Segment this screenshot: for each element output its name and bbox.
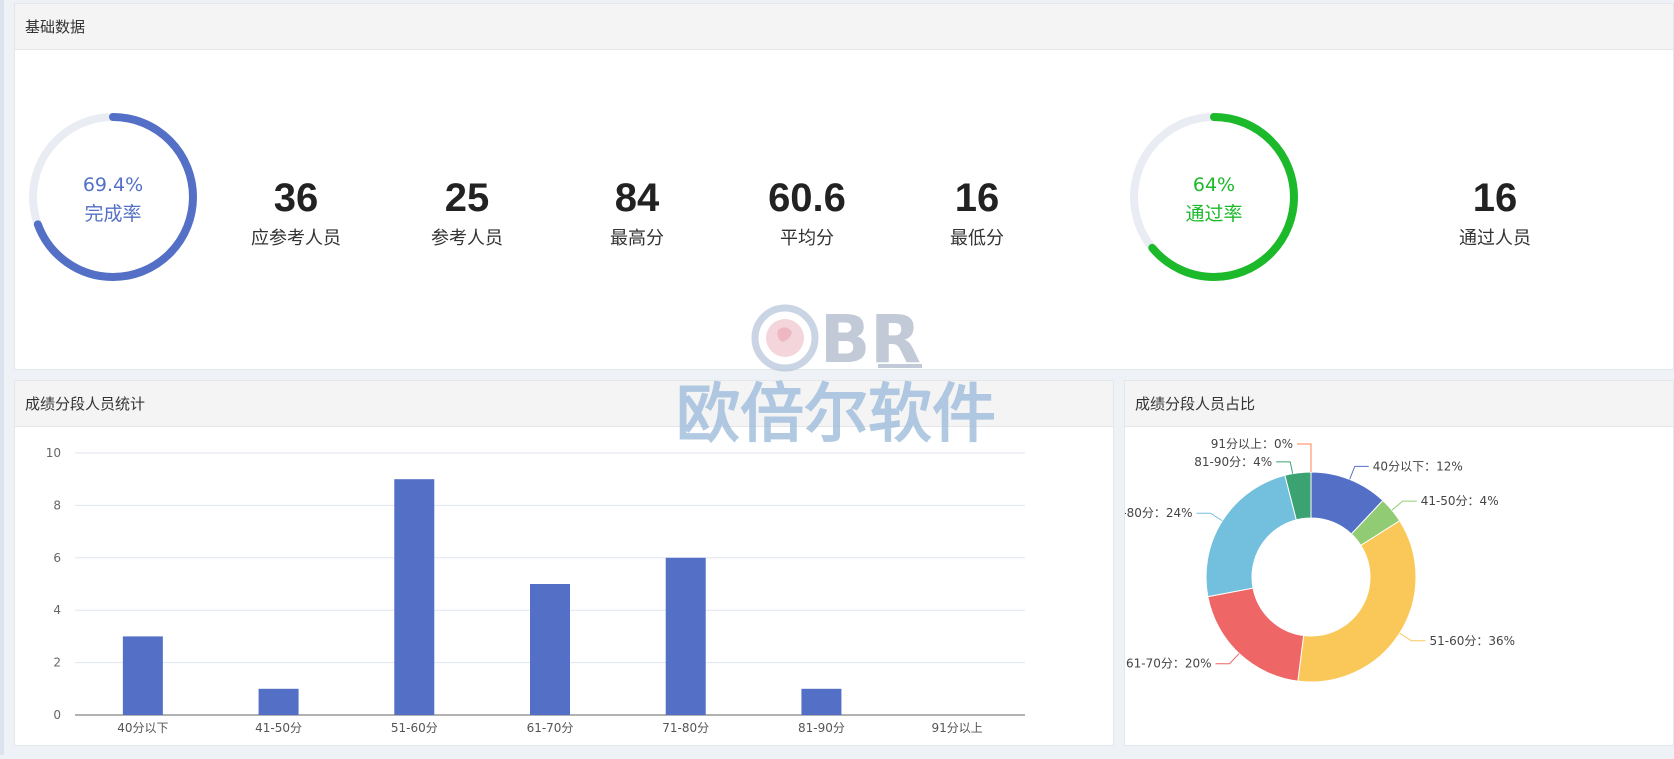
stat-lowest: 16 最低分 bbox=[887, 174, 1067, 250]
stat-expected: 36 应参考人员 bbox=[206, 174, 386, 250]
x-tick-label: 41-50分 bbox=[255, 721, 302, 735]
x-tick-label: 51-60分 bbox=[391, 721, 438, 735]
donut-chart: 40分以下：12% 41-50分：4% 51-60分：36% 61-70分：20% 71… bbox=[1107, 437, 1515, 683]
pass-rate-value: 64% bbox=[1192, 174, 1236, 196]
stat-value: 36 bbox=[273, 176, 319, 220]
stat-average: 60.6 平均分 bbox=[717, 174, 897, 250]
x-tick-label: 71-80分 bbox=[662, 721, 709, 735]
completion-gauge: 69.4% 完成率 bbox=[27, 111, 199, 283]
bar[interactable] bbox=[394, 479, 435, 715]
completion-label: 完成率 bbox=[84, 203, 142, 225]
label-leader-line bbox=[1297, 443, 1312, 472]
stat-label: 平均分 bbox=[780, 228, 834, 249]
label-leader-line bbox=[1349, 465, 1369, 480]
score-range-count-panel: 成绩分段人员统计 0 2 4 6 8 10 40分以下 41-50分 51-60分 61-70分 7… bbox=[14, 380, 1114, 746]
y-tick-label: 6 bbox=[53, 551, 61, 565]
slice-label: 91分以上：0% bbox=[1211, 437, 1293, 451]
y-tick-label: 8 bbox=[53, 498, 61, 512]
slice-label: 41-50分：4% bbox=[1421, 494, 1499, 508]
label-leader-line bbox=[1391, 500, 1417, 511]
basic-data-title: 基础数据 bbox=[15, 4, 1673, 50]
basic-data-panel: 基础数据 69.4% 完成率 36 应参考人员 25 参考人员 84 最高分 6… bbox=[14, 3, 1674, 370]
stat-value: 16 bbox=[1472, 176, 1518, 220]
donut-slice[interactable] bbox=[1297, 520, 1417, 683]
donut-slice[interactable] bbox=[1205, 474, 1297, 598]
y-tick-label: 0 bbox=[53, 708, 61, 722]
x-tick-label: 61-70分 bbox=[527, 721, 574, 735]
score-range-ratio-panel: 成绩分段人员占比 40分以下：12% 41-50分：4% 51-60分：36% 61-… bbox=[1107, 380, 1674, 746]
slice-label: 51-60分：36% bbox=[1429, 634, 1515, 648]
stat-label: 应参考人员 bbox=[251, 228, 341, 249]
label-leader-line bbox=[1276, 461, 1294, 474]
bar[interactable] bbox=[665, 557, 706, 715]
stat-label: 通过人员 bbox=[1459, 228, 1531, 249]
stat-value: 60.6 bbox=[768, 176, 846, 220]
y-tick-label: 10 bbox=[46, 446, 61, 460]
bar[interactable] bbox=[122, 636, 163, 715]
bar[interactable] bbox=[258, 688, 299, 715]
donut-slice[interactable] bbox=[1207, 587, 1305, 682]
stat-value: 16 bbox=[954, 176, 1000, 220]
completion-value: 69.4% bbox=[82, 174, 144, 196]
bar[interactable] bbox=[801, 688, 842, 715]
x-tick-label: 40分以下 bbox=[117, 721, 168, 735]
bar-chart: 0 2 4 6 8 10 40分以下 41-50分 51-60分 61-70分 71-80分 81-9… bbox=[46, 446, 1025, 735]
label-leader-line bbox=[1215, 653, 1240, 665]
slice-label: 81-90分：4% bbox=[1194, 455, 1272, 469]
slice-label: 61-70分：20% bbox=[1126, 657, 1212, 671]
stat-highest: 84 最高分 bbox=[547, 174, 727, 250]
slice-label: 40分以下：12% bbox=[1373, 459, 1463, 473]
stat-participants: 25 参考人员 bbox=[377, 174, 557, 250]
x-tick-label: 81-90分 bbox=[798, 721, 845, 735]
bar-panel-title: 成绩分段人员统计 bbox=[15, 381, 1113, 427]
stat-label: 最高分 bbox=[610, 228, 664, 249]
stat-passed: 16 通过人员 bbox=[1405, 174, 1585, 250]
pass-rate-label: 通过率 bbox=[1185, 203, 1243, 225]
left-edge-strip bbox=[0, 0, 4, 755]
pass-rate-gauge: 64% 通过率 bbox=[1128, 111, 1300, 283]
pie-panel-title: 成绩分段人员占比 bbox=[1125, 381, 1673, 427]
stat-label: 参考人员 bbox=[431, 228, 503, 249]
x-tick-label: 91分以上 bbox=[932, 721, 983, 735]
label-leader-line bbox=[1196, 512, 1223, 522]
stat-value: 84 bbox=[614, 176, 660, 220]
stat-value: 25 bbox=[444, 176, 490, 220]
bar[interactable] bbox=[530, 584, 570, 715]
y-tick-label: 2 bbox=[53, 656, 61, 670]
y-tick-label: 4 bbox=[53, 603, 61, 617]
slice-label: 71-80分：24% bbox=[1125, 506, 1193, 520]
stat-label: 最低分 bbox=[950, 228, 1004, 249]
label-leader-line bbox=[1399, 632, 1426, 642]
